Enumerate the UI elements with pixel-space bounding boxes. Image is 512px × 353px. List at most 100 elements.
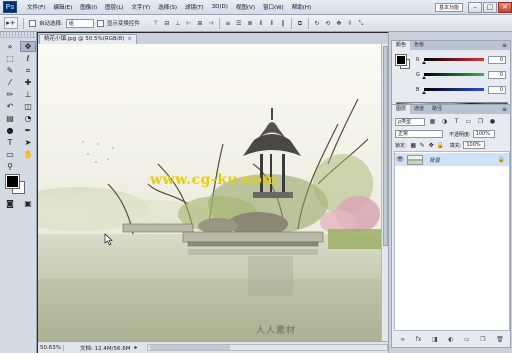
panel-menu-icon[interactable]: ≡ <box>502 105 510 114</box>
align-vcenter-icon[interactable]: ⊟ <box>162 18 172 28</box>
maximize-button[interactable]: □ <box>483 1 497 13</box>
auto-select-dropdown[interactable]: 组 <box>65 18 94 28</box>
filter-type-icon[interactable]: T <box>452 118 461 126</box>
red-value-field[interactable]: 0 <box>488 55 506 64</box>
collapse-icon[interactable]: » <box>2 41 18 52</box>
red-slider-thumb[interactable] <box>422 61 426 64</box>
tab-paths[interactable]: 路径 <box>428 105 446 114</box>
show-transform-checkbox[interactable] <box>96 19 104 27</box>
align-top-icon[interactable]: ⊤ <box>151 18 161 28</box>
blue-slider[interactable] <box>422 88 484 94</box>
distribute-top-icon[interactable]: ≡ <box>223 18 233 28</box>
brush-tool-icon[interactable]: ✏ <box>2 89 18 100</box>
eye-icon[interactable]: 👁 <box>395 156 405 163</box>
layer-kind-dropdown[interactable]: ρ类型 <box>395 118 425 126</box>
lock-all-icon[interactable]: 🔒 <box>437 142 444 149</box>
blue-value-field[interactable]: 0 <box>488 85 506 94</box>
filter-adjustment-icon[interactable]: ◑ <box>440 118 449 126</box>
quick-mask-icon[interactable]: ◙ <box>2 198 18 209</box>
fill-field[interactable]: 100% <box>463 141 486 149</box>
auto-align-icon[interactable]: ⧉ <box>295 18 305 28</box>
3d-rotate-icon[interactable]: ↻ <box>312 18 322 28</box>
menu-filter[interactable]: 滤镜(T) <box>181 3 208 11</box>
panel-menu-icon[interactable]: ≡ <box>502 41 510 50</box>
move-tool-preset-icon[interactable]: ▸+ <box>4 17 18 29</box>
menu-image[interactable]: 图像(I) <box>76 3 101 11</box>
distribute-left-icon[interactable]: ⫴ <box>256 18 266 28</box>
filter-pixel-icon[interactable]: ▦ <box>428 118 437 126</box>
3d-pan-icon[interactable]: ✥ <box>334 18 344 28</box>
menu-file[interactable]: 文件(F) <box>23 3 49 11</box>
align-left-icon[interactable]: ⊢ <box>184 18 194 28</box>
layer-row-background[interactable]: 👁 背景 🔒 <box>395 153 509 166</box>
menu-3d[interactable]: 3D(D) <box>208 4 232 10</box>
tab-color[interactable]: 颜色 <box>392 41 411 50</box>
lasso-tool-icon[interactable]: ℓ <box>20 53 36 64</box>
green-slider[interactable] <box>422 73 484 79</box>
blur-tool-icon[interactable]: ◔ <box>20 113 36 124</box>
menu-view[interactable]: 视图(V) <box>232 3 259 11</box>
close-tab-icon[interactable]: × <box>127 36 132 42</box>
layer-style-icon[interactable]: fx <box>416 336 422 345</box>
history-brush-icon[interactable]: ↶ <box>2 101 18 112</box>
tab-layers[interactable]: 图层 <box>392 105 411 114</box>
align-hcenter-icon[interactable]: ⊞ <box>195 18 205 28</box>
red-slider[interactable] <box>422 58 484 64</box>
tab-swatches[interactable]: 色板 <box>410 41 428 50</box>
workspace-switcher[interactable]: 基本功能 <box>434 2 463 12</box>
filter-toggle-icon[interactable]: ● <box>488 118 497 126</box>
foreground-color-swatch[interactable] <box>5 174 20 189</box>
lock-pixels-icon[interactable]: ✎ <box>419 142 426 149</box>
lock-transparency-icon[interactable]: ▦ <box>410 142 417 149</box>
green-value-field[interactable]: 0 <box>488 70 506 79</box>
document-tab[interactable]: 桃花小镇.jpg @ 50.5%(RGB/8) × <box>39 34 137 44</box>
zoom-tool-icon[interactable]: ⚲ <box>2 161 18 172</box>
path-select-icon[interactable]: ➤ <box>20 137 36 148</box>
new-layer-icon[interactable]: ❒ <box>480 336 485 345</box>
dodge-tool-icon[interactable]: ● <box>2 125 18 136</box>
new-group-icon[interactable]: ▭ <box>464 336 470 345</box>
menu-select[interactable]: 选择(S) <box>154 3 181 11</box>
close-button[interactable]: ✕ <box>498 1 512 13</box>
eyedropper-tool-icon[interactable]: ⁄ <box>2 77 18 88</box>
menu-layer[interactable]: 图层(L) <box>101 3 127 11</box>
healing-brush-icon[interactable]: ✚ <box>20 77 36 88</box>
menu-edit[interactable]: 编辑(E) <box>49 3 76 11</box>
green-slider-thumb[interactable] <box>422 76 426 79</box>
distribute-vcenter-icon[interactable]: ☰ <box>234 18 244 28</box>
minimize-button[interactable]: – <box>468 1 482 13</box>
menu-type[interactable]: 文字(Y) <box>128 3 155 11</box>
shape-tool-icon[interactable]: ▭ <box>2 149 18 160</box>
delete-layer-icon[interactable]: 🗑 <box>496 336 504 345</box>
auto-select-checkbox[interactable] <box>29 19 36 27</box>
move-tool-icon[interactable]: ✥ <box>20 41 36 52</box>
blue-slider-thumb[interactable] <box>422 91 426 94</box>
add-mask-icon[interactable]: ◨ <box>432 336 438 345</box>
align-right-icon[interactable]: ⊣ <box>206 18 216 28</box>
3d-scale-icon[interactable]: ⤡ <box>356 18 366 28</box>
status-menu-arrow-icon[interactable]: ▸ <box>134 344 137 351</box>
3d-roll-icon[interactable]: ⟲ <box>323 18 333 28</box>
zoom-level-field[interactable]: 50.63% <box>38 344 64 351</box>
marquee-tool-icon[interactable]: ⬚ <box>2 53 18 64</box>
3d-slide-icon[interactable]: ⇳ <box>345 18 355 28</box>
layer-thumbnail[interactable] <box>407 154 423 165</box>
horizontal-scrollbar[interactable] <box>147 344 388 351</box>
eraser-tool-icon[interactable]: ◫ <box>20 101 36 112</box>
color-swatches[interactable] <box>4 174 36 195</box>
adjustment-layer-icon[interactable]: ◐ <box>448 336 453 345</box>
crop-tool-icon[interactable]: ⌗ <box>20 65 36 76</box>
lock-position-icon[interactable]: ✥ <box>428 142 435 149</box>
horizontal-scroll-thumb[interactable] <box>150 345 231 350</box>
distribute-right-icon[interactable]: ‖ <box>278 18 288 28</box>
filter-smart-object-icon[interactable]: ❐ <box>476 118 485 126</box>
align-bottom-icon[interactable]: ⊥ <box>173 18 183 28</box>
panel-foreground-swatch[interactable] <box>395 54 407 66</box>
blend-mode-dropdown[interactable]: 正常 <box>395 130 443 138</box>
pen-tool-icon[interactable]: ✒ <box>20 125 36 136</box>
image-canvas[interactable] <box>38 44 381 341</box>
vertical-scrollbar[interactable] <box>381 44 388 341</box>
hand-tool-icon[interactable]: ✋ <box>20 149 36 160</box>
distribute-bottom-icon[interactable]: ≣ <box>245 18 255 28</box>
tab-channels[interactable]: 通道 <box>410 105 428 114</box>
